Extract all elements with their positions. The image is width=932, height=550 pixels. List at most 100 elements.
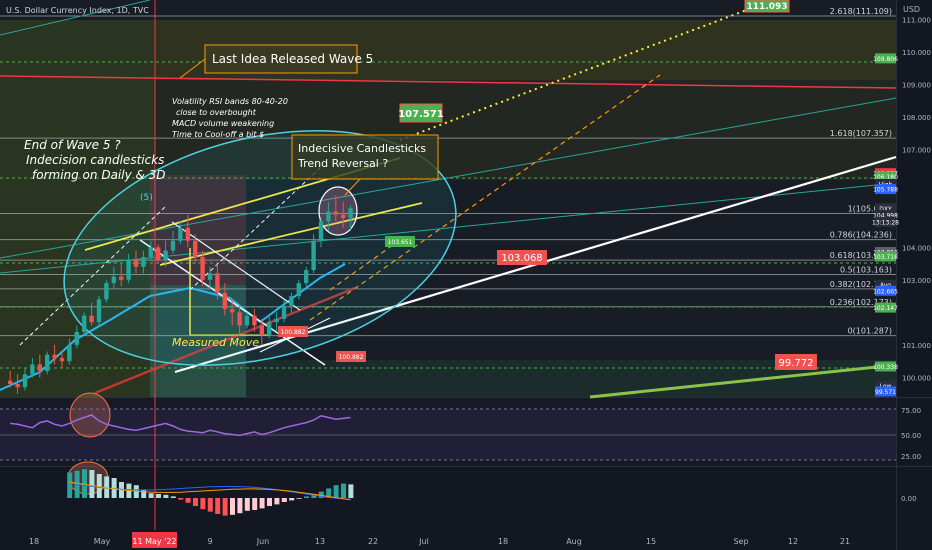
- time-tick-9: 15: [646, 537, 656, 546]
- wave-5-label: (5): [140, 193, 153, 203]
- candle-body-1: [15, 383, 20, 388]
- candle-body-14: [111, 276, 116, 284]
- candle-body-45: [341, 214, 346, 219]
- macd-bar-13: [163, 494, 169, 498]
- fib-label-3: 0.786(104.236): [830, 231, 892, 240]
- fib-label-1: 1.618(107.357): [830, 129, 892, 138]
- macd-bar-29: [281, 498, 287, 502]
- candle-body-35: [267, 322, 272, 336]
- price-tag-text-7: 13:13:28: [872, 219, 899, 226]
- price-tag-text-12: 102.147: [873, 305, 898, 312]
- macd-pane-background: [0, 467, 896, 530]
- candle-body-12: [96, 299, 102, 323]
- candle-body-25: [193, 240, 198, 258]
- price-tick-1: 110.000: [902, 49, 931, 57]
- candle-body-11: [89, 315, 94, 323]
- tag-103651-text: 103.651: [388, 239, 413, 246]
- price-tag-text-13: 100.338: [873, 364, 898, 371]
- target-tag-top-text: 111.093: [747, 2, 788, 12]
- tag-100882-a-text: 100.882: [281, 329, 306, 336]
- fib-label-5: 0.5(103.163): [840, 266, 892, 275]
- symbol-header[interactable]: U.S. Dollar Currency Index, 1D, TVC: [6, 6, 149, 15]
- time-tick-2: 9: [207, 537, 212, 546]
- volatility-note-line-3: MACD volume weakening: [172, 119, 274, 128]
- candle-body-13: [104, 283, 109, 300]
- candle-body-15: [119, 276, 124, 280]
- rsi-axis-50: 50.00: [901, 432, 921, 440]
- candle-body-46: [348, 208, 353, 219]
- time-tick-6: Jul: [418, 537, 429, 546]
- measured-move-label: Measured Move: [172, 336, 259, 349]
- time-tick-7: 18: [498, 537, 508, 546]
- tag-99772-text: 99.772: [779, 358, 814, 369]
- wave-end-note-line-2: Indecision candlesticks: [26, 153, 164, 167]
- time-tick-3: Jun: [256, 537, 270, 546]
- tag-100882-b-text: 100.882: [339, 354, 364, 361]
- candle-body-26: [200, 257, 205, 280]
- indecisive-note-line-2: Trend Reversal ?: [297, 157, 388, 170]
- price-tag-text-0: 109.806: [873, 56, 898, 63]
- candle-body-18: [141, 257, 146, 267]
- macd-bar-11: [148, 493, 154, 498]
- macd-bar-3: [89, 470, 95, 498]
- price-tag-text-4: 105.788: [873, 187, 898, 194]
- macd-bar-30: [289, 498, 295, 501]
- macd-bar-26: [259, 498, 265, 509]
- price-axis-background: [896, 0, 932, 530]
- candle-body-42: [318, 221, 324, 241]
- tag-103068-text: 103.068: [501, 253, 542, 264]
- macd-circle: [67, 461, 109, 495]
- candle-body-27: [207, 273, 213, 280]
- candle-body-30: [230, 309, 235, 313]
- candle-body-22: [170, 240, 176, 251]
- candle-body-44: [333, 211, 338, 215]
- candle-body-9: [74, 331, 79, 345]
- candle-body-39: [296, 283, 301, 297]
- candle-body-8: [67, 344, 72, 362]
- candle-body-41: [311, 240, 316, 271]
- macd-axis-zero: 0.00: [901, 495, 917, 503]
- price-tag-text-9: 103.718: [873, 254, 898, 261]
- macd-bar-36: [333, 485, 339, 498]
- macd-bar-17: [193, 498, 198, 506]
- candle-body-3: [30, 364, 35, 375]
- macd-bar-38: [348, 484, 354, 498]
- candle-body-6: [52, 354, 57, 358]
- macd-bar-28: [274, 498, 280, 505]
- candle-body-17: [133, 260, 139, 267]
- price-tick-8: 100.000: [902, 374, 931, 382]
- rsi-axis-25: 25.00: [901, 453, 921, 461]
- target-tag-107-text: 107.571: [398, 109, 444, 120]
- macd-bar-22: [230, 498, 235, 515]
- fib-label-8: 0(101.287): [848, 327, 892, 336]
- time-tick-12: 21: [840, 537, 850, 546]
- candle-body-43: [326, 211, 331, 222]
- candle-body-19: [148, 247, 153, 258]
- volatility-note-line-4: Time to Cool-off a bit $: [172, 130, 264, 139]
- price-tick-6: 103.000: [902, 277, 931, 285]
- macd-bar-0: [67, 472, 73, 498]
- macd-bar-16: [185, 498, 191, 503]
- candle-body-31: [237, 312, 242, 326]
- time-tick-10: Sep: [733, 537, 748, 546]
- time-tick-0: 18: [29, 537, 39, 546]
- macd-bar-15: [178, 498, 184, 500]
- chart[interactable]: 2.618(111.109)1.618(107.357)1(105.039)0.…: [0, 0, 932, 550]
- candle-body-24: [185, 227, 190, 241]
- price-tick-3: 108.000: [902, 114, 931, 122]
- candle-body-20: [156, 247, 161, 261]
- price-tick-5: 104.000: [902, 244, 931, 252]
- macd-bar-32: [304, 496, 309, 498]
- fib-label-0: 2.618(111.109): [830, 7, 892, 16]
- candle-body-32: [244, 315, 250, 326]
- candle-body-0: [8, 380, 13, 384]
- time-tick-1: May: [94, 537, 111, 546]
- rsi-axis-75: 75.00: [901, 407, 921, 415]
- date-cursor-label: 11 May '22: [132, 537, 176, 546]
- wave-end-note-line-1: End of Wave 5 ?: [24, 138, 121, 152]
- time-tick-8: Aug: [566, 537, 582, 546]
- candle-body-4: [37, 364, 42, 371]
- price-tick-2: 109.000: [902, 82, 931, 90]
- volatility-note-line-2: close to overbought: [176, 108, 257, 117]
- candle-body-5: [45, 354, 50, 371]
